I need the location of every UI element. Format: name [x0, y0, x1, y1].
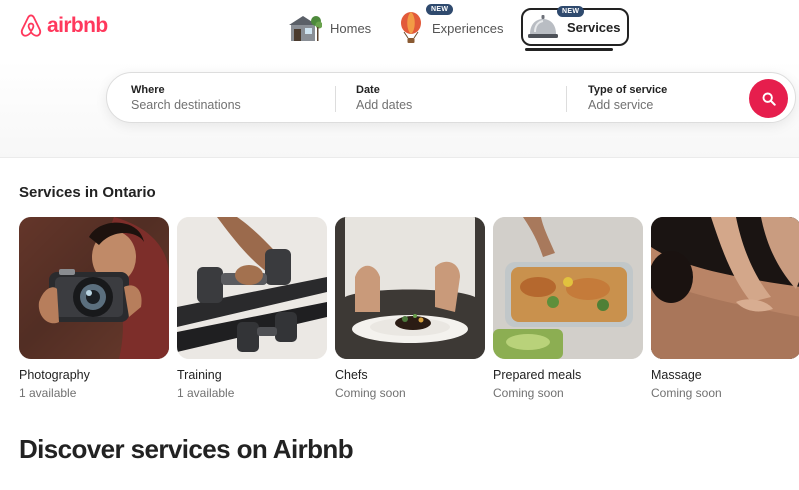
meal-container-photo — [493, 217, 643, 359]
where-label: Where — [131, 84, 165, 96]
house-icon — [289, 16, 322, 41]
card-title: Massage — [651, 368, 702, 382]
date-label: Date — [356, 84, 380, 96]
search-divider — [335, 86, 336, 112]
service-type-label: Type of service — [588, 84, 668, 96]
services-carousel: Photography 1 available Training 1 avail… — [19, 217, 799, 407]
card-subtitle: Coming soon — [651, 386, 722, 400]
tab-services-label: Services — [567, 19, 621, 35]
card-subtitle: Coming soon — [493, 386, 564, 400]
card-subtitle: 1 available — [19, 386, 77, 400]
date-field[interactable]: Date — [356, 73, 566, 124]
search-icon — [762, 92, 776, 106]
dumbbell-photo — [177, 217, 327, 359]
date-input[interactable] — [356, 98, 536, 112]
search-bar: Where Date Type of service — [106, 72, 796, 123]
new-badge: NEW — [557, 6, 585, 17]
service-type-input[interactable] — [588, 98, 728, 112]
plated-dish-photo — [335, 217, 485, 359]
card-title: Prepared meals — [493, 368, 582, 382]
category-nav: Homes NEW Experiences NEW Services — [0, 0, 799, 60]
service-card-photography[interactable]: Photography 1 available — [19, 217, 169, 400]
tab-services[interactable]: NEW Services — [521, 6, 629, 46]
tab-homes-label: Homes — [330, 20, 372, 36]
card-subtitle: Coming soon — [335, 386, 406, 400]
discover-heading: Discover services on Airbnb — [19, 434, 354, 464]
tab-experiences-label: Experiences — [432, 20, 504, 36]
card-title: Chefs — [335, 368, 368, 382]
card-title: Training — [177, 368, 222, 382]
service-bell-icon — [528, 15, 558, 38]
card-title: Photography — [19, 368, 90, 382]
massage-photo — [651, 217, 799, 359]
search-button[interactable] — [749, 79, 788, 118]
service-card-massage[interactable]: Massage Coming soon — [651, 217, 799, 400]
service-card-prepared-meals[interactable]: Prepared meals Coming soon — [493, 217, 643, 400]
service-card-training[interactable]: Training 1 available — [177, 217, 327, 400]
where-field[interactable]: Where — [131, 73, 341, 124]
tab-experiences[interactable]: NEW Experiences — [398, 4, 504, 48]
where-input[interactable] — [131, 98, 311, 112]
search-divider — [566, 86, 567, 112]
tab-homes[interactable]: Homes — [288, 8, 371, 48]
service-card-chefs[interactable]: Chefs Coming soon — [335, 217, 485, 400]
new-badge: NEW — [426, 4, 454, 15]
active-tab-indicator — [525, 48, 613, 51]
hot-air-balloon-icon — [401, 12, 421, 43]
card-subtitle: 1 available — [177, 386, 235, 400]
section-title: Services in Ontario — [19, 184, 156, 201]
header: airbnb Homes NEW Experiences NEW Service… — [0, 0, 799, 158]
camera-photo — [19, 217, 169, 359]
service-type-field[interactable]: Type of service — [588, 73, 738, 124]
